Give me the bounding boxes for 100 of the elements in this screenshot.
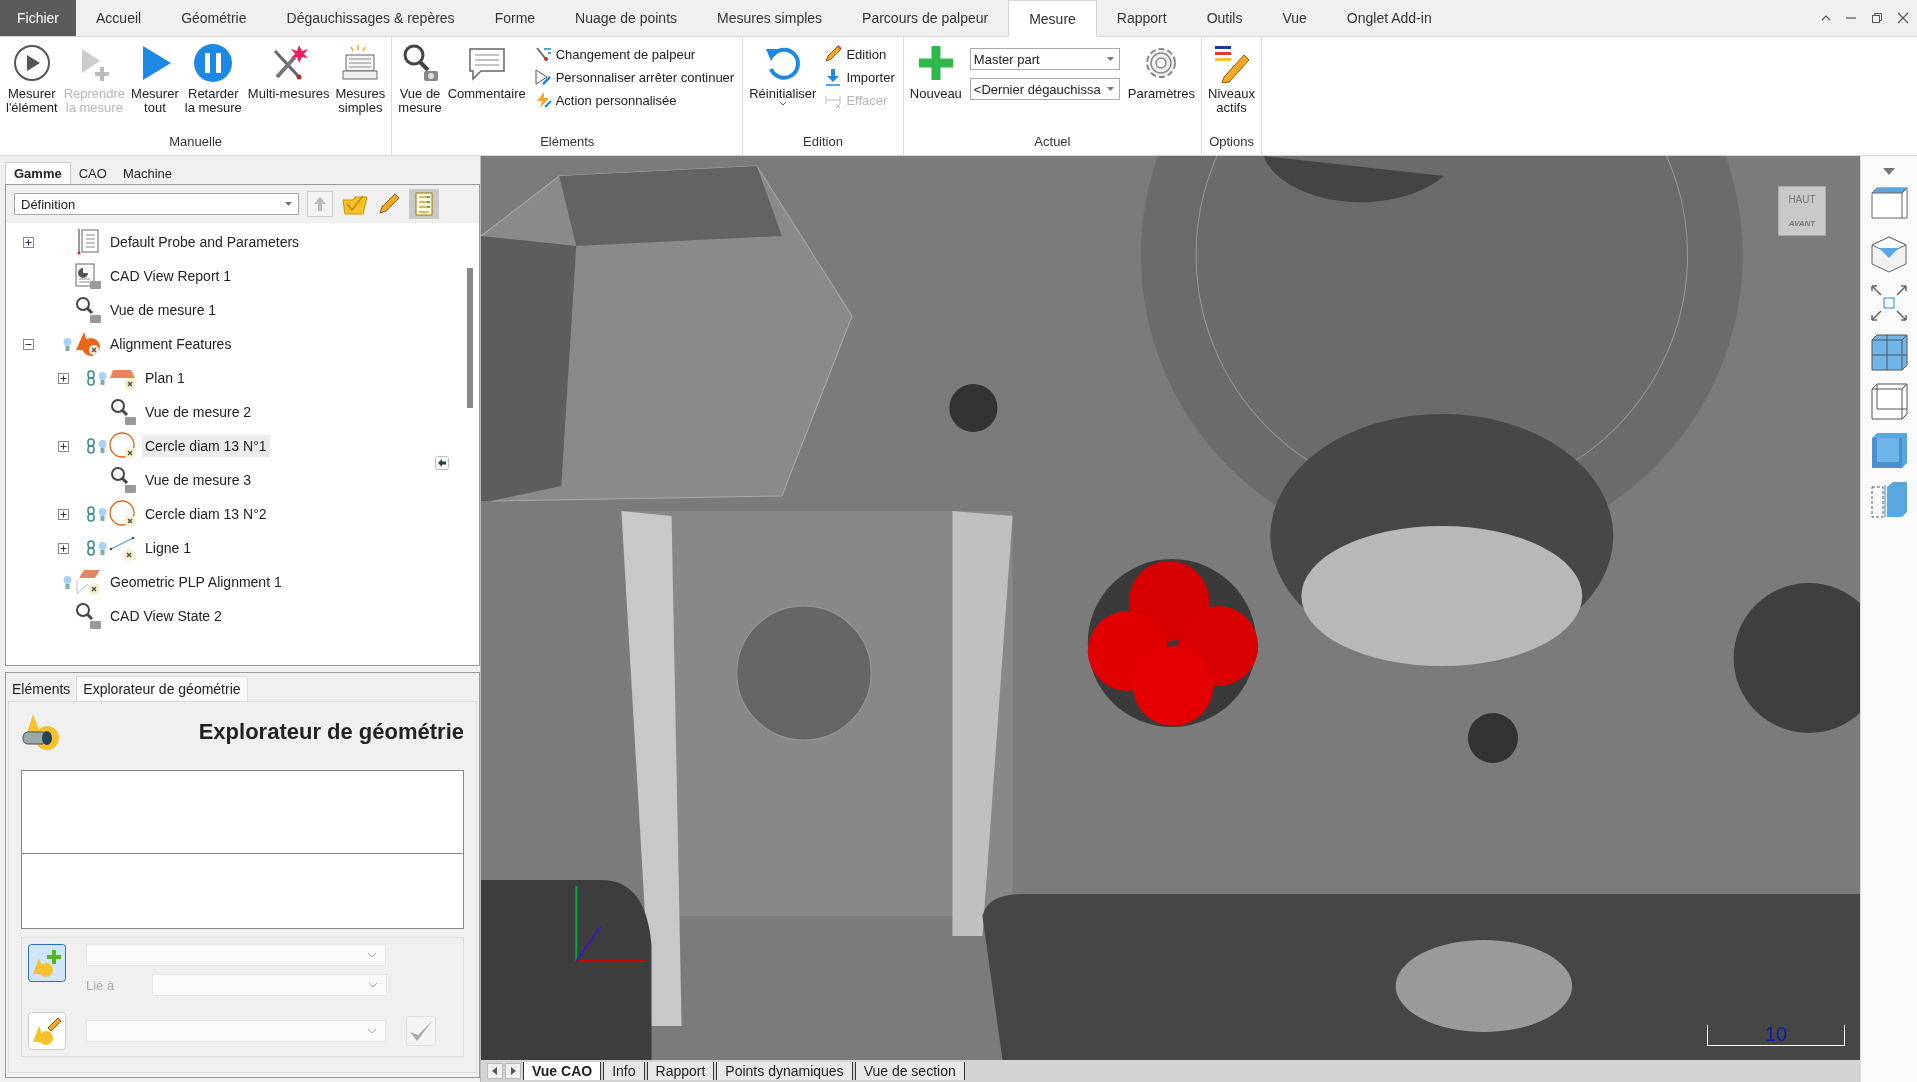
ribbon-tab[interactable]: Forme [474,0,556,36]
expander-icon[interactable] [22,236,34,248]
tree-list-icon[interactable] [409,189,439,219]
ribbon-button[interactable]: Personnaliser arrêter continuer [533,68,735,86]
tree-item[interactable]: Vue de mesure 3 [142,469,255,491]
expander-icon[interactable] [22,338,34,350]
tree-item[interactable]: Default Probe and Parameters [107,231,303,253]
play-circle-icon [11,43,52,83]
ribbon-tab[interactable]: Géométrie [161,0,267,36]
restore-icon[interactable] [1871,12,1883,24]
ribbon-button[interactable]: Edition [824,45,895,63]
lightbulb-icon[interactable] [98,506,107,522]
tree-item[interactable]: CAD View Report 1 [107,265,235,287]
edit-shape-icon[interactable] [28,1012,66,1050]
ribbon-tab[interactable]: Fichier [0,0,76,36]
caret-icon[interactable] [778,101,787,106]
ribbon-button[interactable]: Mesures simples [333,41,388,117]
dropdown-field[interactable] [86,944,386,966]
ribbon-tab[interactable]: Accueil [76,0,162,36]
ribbon-tab[interactable]: Parcours de palpeur [842,0,1009,36]
dropdown-field[interactable] [86,1020,386,1042]
ribbon-button[interactable]: Mesurer l'élément [4,41,60,117]
tree-item[interactable]: Vue de mesure 2 [142,401,255,423]
tree-item[interactable]: CAD View State 2 [107,605,225,627]
lightbulb-icon[interactable] [63,574,72,590]
panel-tab[interactable]: Eléments [6,677,77,701]
view-tab[interactable]: Vue de section [854,1062,965,1080]
ribbon-button[interactable]: Mesurer tout [129,41,181,117]
list-box[interactable] [21,770,464,854]
ribbon-button[interactable]: Nouveau [907,41,964,103]
section-cube-icon[interactable] [1869,479,1909,519]
ribbon-tab[interactable]: Mesure [1008,0,1097,37]
tree-item[interactable]: Ligne 1 [142,537,194,559]
collapse-ribbon-icon[interactable] [1821,14,1831,22]
link-icon[interactable] [87,438,95,454]
view-tab[interactable]: Points dynamiques [716,1062,853,1080]
lightbulb-icon[interactable] [98,540,107,556]
ribbon-button[interactable]: Commentaire [445,41,528,103]
field-label: Lié à [86,977,115,993]
ribbon-tab[interactable]: Nuage de points [555,0,698,36]
zoom-extents-icon[interactable] [1869,283,1909,323]
ribbon-button[interactable]: Action personnalisée [533,91,735,109]
ribbon-tab[interactable]: Onglet Add-in [1326,0,1452,36]
scroll-left-icon[interactable] [487,1063,503,1079]
link-icon[interactable] [87,370,95,386]
view-icon [74,296,102,324]
view-tab[interactable]: Vue CAO [523,1062,602,1080]
lightbulb-icon[interactable] [98,438,107,454]
expander-icon[interactable] [57,440,69,452]
line-icon [109,534,137,562]
checkmark-icon[interactable] [406,1016,436,1046]
ribbon-tab[interactable]: Dégauchissages & repères [266,0,475,36]
ribbon-button[interactable]: Réinitialiser [747,41,819,108]
view-tab[interactable]: Rapport [646,1062,715,1080]
solid-cube-icon[interactable] [1869,430,1909,470]
tree-item[interactable]: Geometric PLP Alignment 1 [107,571,285,593]
tree-item[interactable]: Plan 1 [142,367,188,389]
wireframe-cube-icon[interactable] [1869,381,1909,421]
view-dropdown[interactable]: Définition [14,193,299,215]
panel-tab[interactable]: Machine [114,163,180,184]
view-tab[interactable]: Info [603,1062,645,1080]
shaded-cube-icon[interactable] [1869,332,1909,372]
link-icon[interactable] [87,506,95,522]
scroll-right-icon[interactable] [505,1063,521,1079]
ribbon-button[interactable]: Changement de palpeur [533,45,735,63]
lightbulb-icon[interactable] [98,370,107,386]
panel-tab[interactable]: Explorateur de géométrie [76,676,248,701]
lightbulb-icon[interactable] [63,336,72,352]
dropdown-field[interactable]: <Dernier dégauchissa [969,78,1120,100]
ribbon-button[interactable]: Importer [824,68,895,86]
ribbon-button[interactable]: Niveaux actifs [1206,41,1257,117]
pencil-icon[interactable] [377,192,401,216]
ribbon-button[interactable]: Multi-mesures [245,41,332,103]
panel-tab[interactable]: Gamme [5,162,71,184]
tree-item[interactable]: Vue de mesure 1 [107,299,220,321]
link-icon[interactable] [87,540,95,556]
ribbon-button[interactable]: Retarder la mesure [182,41,244,117]
close-icon[interactable] [1897,12,1909,24]
expander-icon[interactable] [57,542,69,554]
back-arrow-icon[interactable] [435,456,449,470]
caret-icon[interactable] [1883,168,1895,176]
expander-icon[interactable] [57,508,69,520]
dropdown-field[interactable] [152,974,388,996]
dropdown-field[interactable]: Master part [969,48,1120,70]
panel-tab[interactable]: CAO [70,163,115,184]
tree-item[interactable]: Cercle diam 13 N°1 [142,435,270,457]
expander-icon[interactable] [57,372,69,384]
tree-item[interactable]: Cercle diam 13 N°2 [142,503,270,525]
ribbon-button[interactable]: Vue de mesure [396,41,444,117]
caret-icon [285,202,292,206]
ribbon-tab[interactable]: Mesures simples [697,0,843,36]
ribbon-tab[interactable]: Outils [1186,0,1263,36]
ribbon-button[interactable]: Paramètres [1125,41,1198,103]
ribbon-tab[interactable]: Rapport [1096,0,1187,36]
ribbon-tab[interactable]: Vue [1262,0,1327,36]
binoculars-icon [21,712,61,752]
tree-item[interactable]: Alignment Features [107,333,235,355]
cube-iso-view-icon[interactable] [1869,234,1909,274]
add-shape-icon[interactable] [28,944,66,982]
scrollbar[interactable] [467,268,473,408]
